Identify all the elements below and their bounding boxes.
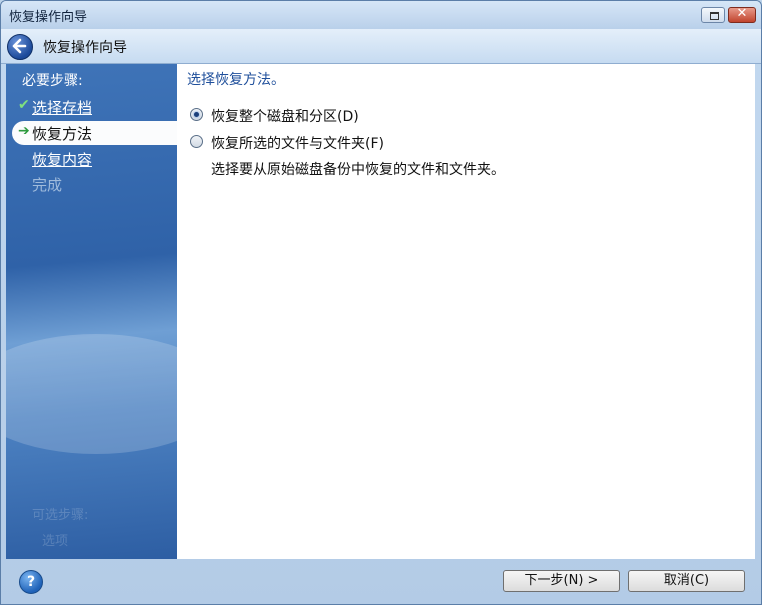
sidebar-decoration <box>6 334 177 454</box>
wizard-title: 恢复操作向导 <box>43 40 127 56</box>
radio-label[interactable]: 恢复所选的文件与文件夹(F) <box>211 133 384 153</box>
wizard-window: 恢复操作向导 ✕ 恢复操作向导 必要步骤: ✔ 选择存档 ➔ 恢复方法 恢复内容… <box>0 0 762 605</box>
arrow-right-icon: ➔ <box>18 123 30 139</box>
close-icon: ✕ <box>736 6 748 21</box>
step-recovery-content[interactable]: 恢复内容 <box>12 147 177 171</box>
help-icon[interactable]: ? <box>19 570 43 594</box>
step-finish: 完成 <box>12 172 177 196</box>
required-steps-heading: 必要步骤: <box>22 73 83 89</box>
main-content: 选择恢复方法。 恢复整个磁盘和分区(D) 恢复所选的文件与文件夹(F) 选择要从… <box>177 64 755 559</box>
steps-sidebar: 必要步骤: ✔ 选择存档 ➔ 恢复方法 恢复内容 完成 可选步骤: 选项 <box>6 64 177 559</box>
step-label: 恢复方法 <box>32 125 93 143</box>
title-bar: 恢复操作向导 ✕ <box>1 1 761 29</box>
restore-button[interactable] <box>701 7 725 23</box>
option-description: 选择要从原始磁盘备份中恢复的文件和文件夹。 <box>211 162 505 178</box>
next-button[interactable]: 下一步(N) > <box>503 570 620 592</box>
radio-label[interactable]: 恢复整个磁盘和分区(D) <box>211 106 359 126</box>
page-title: 选择恢复方法。 <box>187 72 285 88</box>
cancel-button[interactable]: 取消(C) <box>628 570 745 592</box>
check-icon: ✔ <box>18 97 30 113</box>
step-label: 完成 <box>32 176 63 194</box>
wizard-footer: ? 下一步(N) > 取消(C) <box>1 559 761 604</box>
radio-button[interactable] <box>190 135 203 148</box>
back-button[interactable] <box>7 34 33 60</box>
step-label: 恢复内容 <box>32 151 93 169</box>
step-select-archive[interactable]: ✔ 选择存档 <box>12 95 177 119</box>
radio-button-checked[interactable] <box>190 108 203 121</box>
back-arrow-icon <box>12 38 27 54</box>
optional-steps-heading: 可选步骤: <box>32 508 89 523</box>
optional-step-options: 选项 <box>42 534 69 549</box>
window-title: 恢复操作向导 <box>9 10 88 25</box>
step-label: 选择存档 <box>32 99 93 117</box>
wizard-header: 恢复操作向导 <box>1 29 761 64</box>
step-recovery-method: ➔ 恢复方法 <box>12 121 177 145</box>
close-button[interactable]: ✕ <box>728 6 756 23</box>
